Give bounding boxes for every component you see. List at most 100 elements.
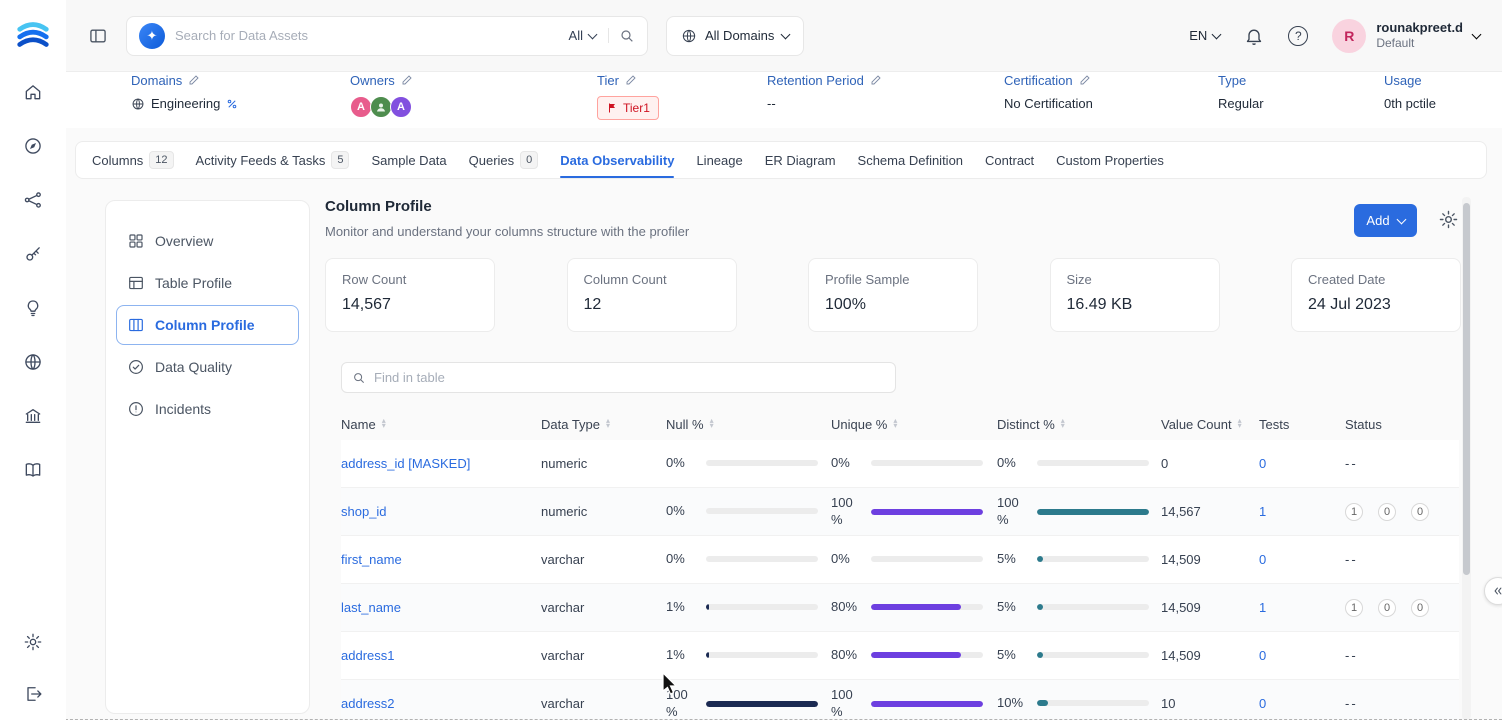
settings-icon[interactable] bbox=[23, 632, 43, 652]
sort-icon[interactable]: ▴▾ bbox=[382, 419, 386, 429]
collapse-panel-button[interactable] bbox=[1484, 577, 1502, 605]
column-header-distinct[interactable]: Distinct %▴▾ bbox=[997, 417, 1161, 432]
profile-nav-data-quality[interactable]: Data Quality bbox=[116, 347, 299, 387]
column-name-link[interactable]: shop_id bbox=[341, 504, 387, 519]
column-name-link[interactable]: first_name bbox=[341, 552, 402, 567]
tab-schema-definition[interactable]: Schema Definition bbox=[858, 142, 964, 178]
entity-field-retention: Retention Period -- bbox=[767, 72, 882, 111]
domains-value[interactable]: Engineering bbox=[151, 96, 220, 111]
stat-card-created-date: Created Date24 Jul 2023 bbox=[1291, 258, 1461, 332]
tests-link[interactable]: 1 bbox=[1259, 504, 1266, 519]
tests-link[interactable]: 0 bbox=[1259, 696, 1266, 711]
find-in-table-input[interactable] bbox=[374, 370, 885, 385]
explore-icon[interactable] bbox=[23, 136, 43, 156]
edit-tier-icon[interactable] bbox=[625, 74, 637, 86]
owner-avatar-photo[interactable] bbox=[370, 96, 392, 118]
tab-er-diagram[interactable]: ER Diagram bbox=[765, 142, 836, 178]
metric-bar bbox=[871, 652, 983, 658]
column-header-unique[interactable]: Unique %▴▾ bbox=[831, 417, 997, 432]
tests-link[interactable]: 1 bbox=[1259, 600, 1266, 615]
profile-nav-overview[interactable]: Overview bbox=[116, 221, 299, 261]
add-button[interactable]: Add bbox=[1354, 204, 1417, 237]
observability-icon[interactable] bbox=[23, 298, 43, 318]
tab-activity-feeds-tasks[interactable]: Activity Feeds & Tasks5 bbox=[196, 142, 350, 178]
language-dropdown[interactable]: EN bbox=[1189, 28, 1220, 43]
domains-icon[interactable] bbox=[23, 352, 43, 372]
lineage-icon[interactable] bbox=[23, 190, 43, 210]
table-row[interactable]: last_namevarchar1%80%5%14,5091100 bbox=[341, 584, 1459, 632]
column-header-data-type[interactable]: Data Type▴▾ bbox=[541, 417, 666, 432]
tab-queries[interactable]: Queries0 bbox=[469, 142, 539, 178]
column-profile-panel: Column Profile Monitor and understand yo… bbox=[325, 196, 1461, 720]
edit-certification-icon[interactable] bbox=[1079, 74, 1091, 86]
owner-avatar[interactable]: A bbox=[390, 96, 412, 118]
tests-link[interactable]: 0 bbox=[1259, 552, 1266, 567]
table-row[interactable]: shop_idnumeric0%100 %100 %14,5671100 bbox=[341, 488, 1459, 536]
column-header-label: Status bbox=[1345, 417, 1382, 432]
tier-badge[interactable]: Tier1 bbox=[597, 96, 659, 120]
column-header-null[interactable]: Null %▴▾ bbox=[666, 417, 831, 432]
govern-icon[interactable] bbox=[23, 406, 43, 426]
tab-columns[interactable]: Columns12 bbox=[92, 142, 174, 178]
vertical-scrollbar-thumb[interactable] bbox=[1463, 203, 1470, 575]
search-input[interactable] bbox=[175, 28, 559, 43]
tab-data-observability[interactable]: Data Observability bbox=[560, 142, 674, 178]
metric-percent-label: 1% bbox=[666, 647, 700, 664]
column-header-name[interactable]: Name▴▾ bbox=[341, 417, 541, 432]
metric-bar-fill bbox=[871, 604, 961, 610]
find-in-table[interactable] bbox=[341, 362, 896, 393]
column-name-link[interactable]: address2 bbox=[341, 696, 394, 711]
retention-label: Retention Period bbox=[767, 73, 864, 88]
logout-icon[interactable] bbox=[23, 684, 43, 704]
user-menu[interactable]: R rounakpreet.d Default bbox=[1332, 19, 1480, 53]
column-name-link[interactable]: address1 bbox=[341, 648, 394, 663]
sidebar-toggle-icon[interactable] bbox=[88, 26, 108, 46]
tests-cell: 1 bbox=[1259, 600, 1345, 615]
owner-avatar[interactable]: A bbox=[350, 96, 372, 118]
openmetadata-logo[interactable] bbox=[14, 16, 52, 54]
table-row[interactable]: first_namevarchar0%0%5%14,5090-- bbox=[341, 536, 1459, 584]
columns-icon bbox=[127, 316, 145, 334]
search-icon[interactable] bbox=[619, 28, 635, 44]
edit-retention-icon[interactable] bbox=[870, 74, 882, 86]
global-search[interactable]: ✦ All bbox=[126, 16, 648, 56]
column-name-link[interactable]: address_id [MASKED] bbox=[341, 456, 470, 471]
search-scope-dropdown[interactable]: All bbox=[569, 28, 609, 43]
profile-stats: Row Count14,567Column Count12Profile Sam… bbox=[325, 258, 1461, 332]
entity-summary-bar: Domains Engineering Owners A A Tier bbox=[66, 72, 1502, 128]
sort-icon[interactable]: ▴▾ bbox=[606, 419, 610, 429]
metric-bar bbox=[1037, 652, 1149, 658]
unique-percent-cell: 80% bbox=[831, 599, 997, 616]
tab-lineage[interactable]: Lineage bbox=[696, 142, 742, 178]
home-icon[interactable] bbox=[23, 82, 43, 102]
tab-custom-properties[interactable]: Custom Properties bbox=[1056, 142, 1164, 178]
profiler-settings-icon[interactable] bbox=[1438, 209, 1459, 230]
services-icon[interactable] bbox=[23, 244, 43, 264]
table-row[interactable]: address1varchar1%80%5%14,5090-- bbox=[341, 632, 1459, 680]
sort-icon[interactable]: ▴▾ bbox=[1238, 419, 1242, 429]
tab-contract[interactable]: Contract bbox=[985, 142, 1034, 178]
notifications-bell-icon[interactable] bbox=[1244, 26, 1264, 46]
table-row[interactable]: address2varchar100 %100 %10%100-- bbox=[341, 680, 1459, 720]
edit-owners-icon[interactable] bbox=[401, 74, 413, 86]
ai-assist-icon[interactable]: ✦ bbox=[139, 23, 165, 49]
profile-nav-column-profile[interactable]: Column Profile bbox=[116, 305, 299, 345]
sort-icon[interactable]: ▴▾ bbox=[710, 419, 714, 429]
alert-icon bbox=[127, 400, 145, 418]
edit-domains-icon[interactable] bbox=[188, 74, 200, 86]
user-avatar[interactable]: R bbox=[1332, 19, 1366, 53]
profile-nav-incidents[interactable]: Incidents bbox=[116, 389, 299, 429]
glossary-icon[interactable] bbox=[23, 460, 43, 480]
table-row[interactable]: address_id [MASKED]numeric0%0%0%00-- bbox=[341, 440, 1459, 488]
all-domains-dropdown[interactable]: All Domains bbox=[666, 16, 804, 56]
tab-sample-data[interactable]: Sample Data bbox=[371, 142, 446, 178]
sort-icon[interactable]: ▴▾ bbox=[893, 419, 897, 429]
column-header-value-count[interactable]: Value Count▴▾ bbox=[1161, 417, 1259, 432]
column-name-link[interactable]: last_name bbox=[341, 600, 401, 615]
tests-link[interactable]: 0 bbox=[1259, 648, 1266, 663]
help-icon[interactable]: ? bbox=[1288, 26, 1308, 46]
profile-nav-table-profile[interactable]: Table Profile bbox=[116, 263, 299, 303]
tests-link[interactable]: 0 bbox=[1259, 456, 1266, 471]
sort-icon[interactable]: ▴▾ bbox=[1061, 419, 1065, 429]
status-cell: 100 bbox=[1345, 599, 1459, 617]
